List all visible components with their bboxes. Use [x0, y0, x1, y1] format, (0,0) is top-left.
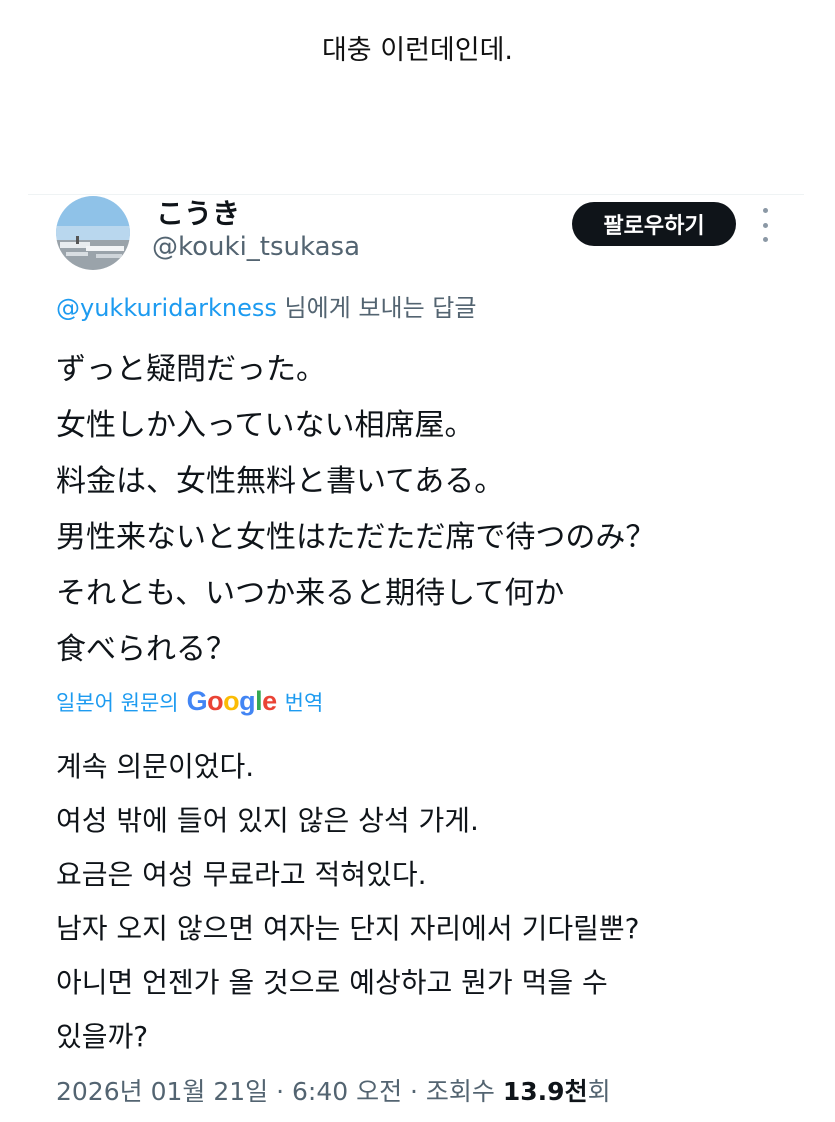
- tweet-translated-text: 계속 의문이었다. 여성 밖에 들어 있지 않은 상석 가게. 요금은 여성 무료라…: [56, 740, 639, 1064]
- translation-suffix: 번역: [284, 690, 324, 715]
- original-text-line: 食べられる？: [56, 632, 236, 667]
- original-text-line: ずっと疑問だった。: [56, 352, 326, 387]
- reply-context: @yukkuridarkness 님에게 보내는 답글: [56, 288, 476, 323]
- divider: [28, 194, 804, 195]
- more-options-icon[interactable]: [758, 208, 772, 242]
- reply-suffix: 님에게 보내는 답글: [276, 294, 477, 322]
- original-text-line: それとも、いつか来ると期待して何か: [56, 576, 565, 611]
- views-unit: 회: [587, 1077, 611, 1106]
- tweet-date[interactable]: 2026년 01월 21일: [56, 1077, 268, 1106]
- original-text-line: 料金は、女性無料と書いてある。: [56, 464, 505, 499]
- translated-text-line: 요금은 여성 무료라고 적혀있다.: [56, 858, 427, 891]
- original-text-line: 女性しか入っていない相席屋。: [56, 408, 475, 443]
- views-count[interactable]: 13.9천: [503, 1077, 588, 1106]
- translation-attribution[interactable]: 일본어 원문의 Google 번역: [56, 686, 323, 717]
- translated-text-line: 남자 오지 않으면 여자는 단지 자리에서 기다릴뿐?: [56, 912, 640, 945]
- translated-text-line: 여성 밖에 들어 있지 않은 상석 가게.: [56, 804, 479, 837]
- meta-separator: ·: [402, 1077, 426, 1106]
- tweet-original-text: ずっと疑問だった。女性しか入っていない相席屋。 料金は、女性無料と書いてある。男性…: [56, 342, 655, 678]
- translated-text-line: 계속 의문이었다.: [56, 750, 255, 783]
- views-label: 조회수: [425, 1077, 495, 1106]
- avatar[interactable]: [56, 196, 130, 270]
- tweet-meta: 2026년 01월 21일 · 6:40 오전 · 조회수 13.9천회: [56, 1072, 611, 1108]
- meta-separator: ·: [268, 1077, 292, 1106]
- translation-prefix: 일본어 원문의: [56, 690, 179, 715]
- google-logo: Google: [186, 686, 278, 716]
- user-handle[interactable]: @kouki_tsukasa: [152, 232, 360, 262]
- reply-mention-link[interactable]: @yukkuridarkness: [56, 294, 277, 322]
- post-caption: 대충 이런데인데.: [321, 35, 514, 66]
- tweet-time[interactable]: 6:40 오전: [292, 1077, 402, 1106]
- avatar-image: [56, 196, 130, 270]
- translated-text-line: 아니면 언젠가 올 것으로 예상하고 뭔가 먹을 수: [56, 966, 608, 999]
- follow-button[interactable]: 팔로우하기: [572, 202, 736, 246]
- display-name[interactable]: こうき: [156, 192, 240, 232]
- translated-text-line: 있을까?: [56, 1020, 149, 1053]
- original-text-line: 男性来ないと女性はただただ席で待つのみ？: [56, 520, 656, 555]
